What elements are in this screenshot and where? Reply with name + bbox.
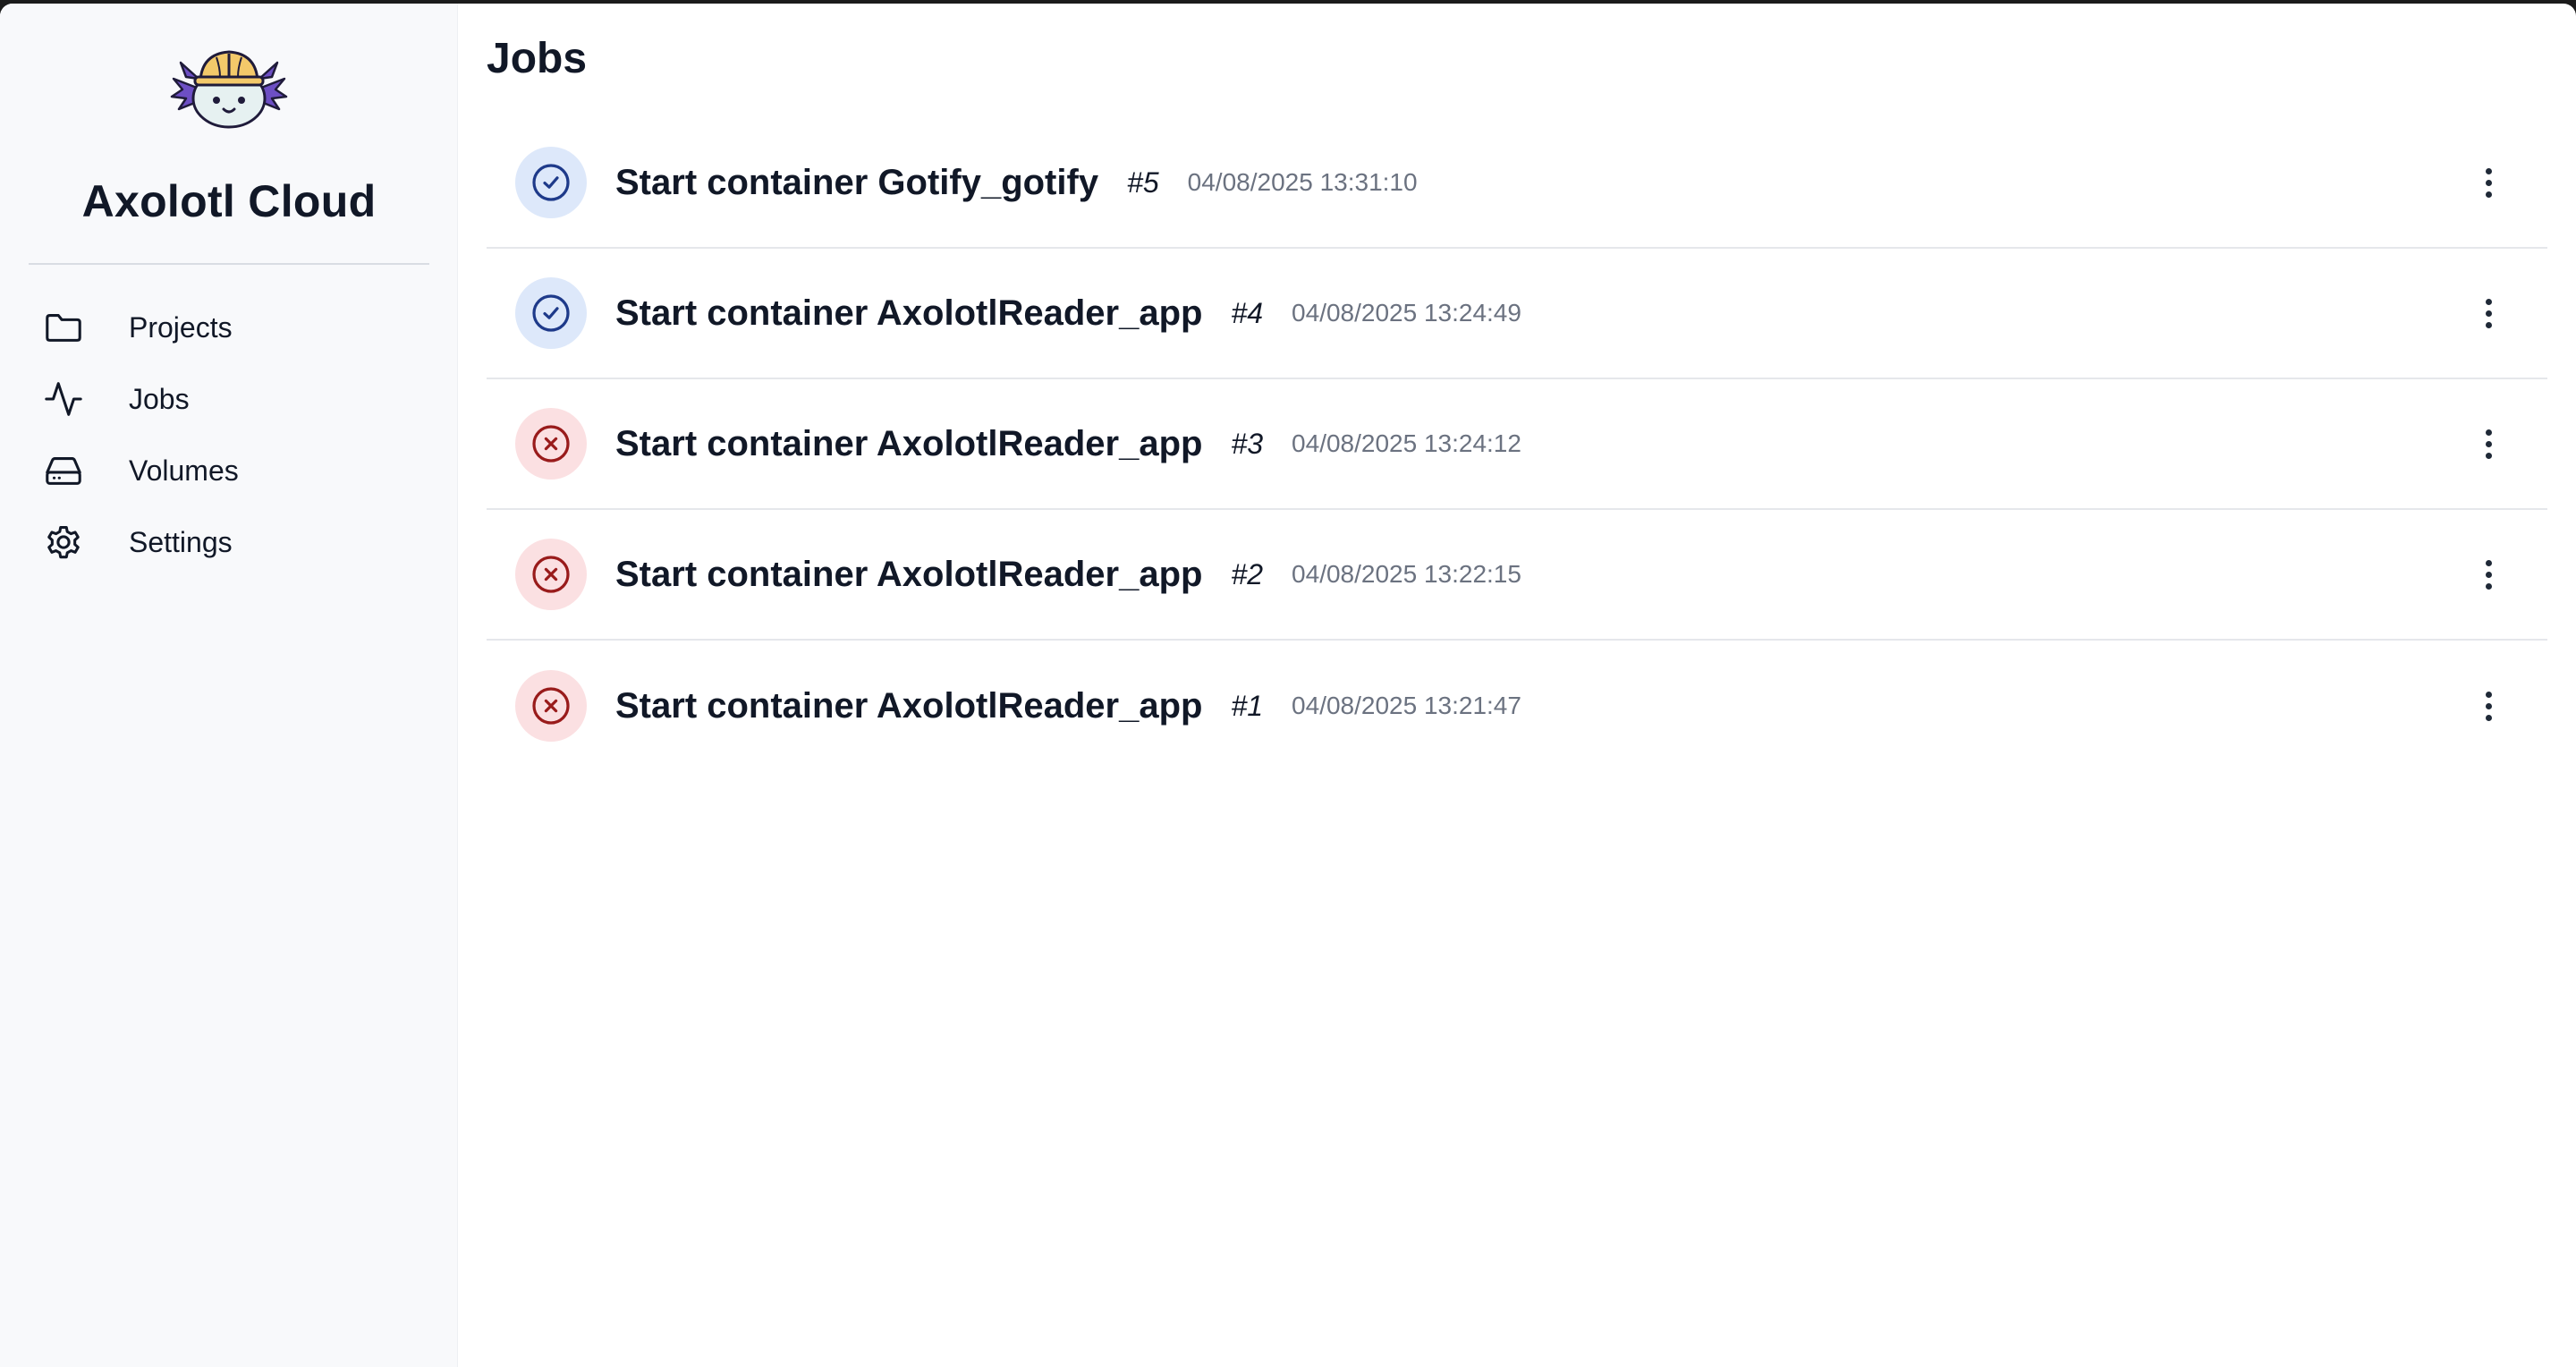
hard-drive-icon xyxy=(43,450,84,491)
sidebar-nav: Projects Jobs Volumes Settings xyxy=(0,292,458,578)
job-title: Start container Gotify_gotify xyxy=(615,162,1099,202)
job-title: Start container AxolotlReader_app xyxy=(615,685,1203,726)
more-options-icon[interactable] xyxy=(2470,549,2506,599)
job-number: #5 xyxy=(1127,166,1159,199)
app-window: Axolotl Cloud Projects Jobs Volumes Sett… xyxy=(0,4,2576,1367)
status-failed-badge xyxy=(515,408,587,480)
x-circle-icon xyxy=(532,687,570,725)
sidebar-item-settings[interactable]: Settings xyxy=(0,506,458,578)
job-timestamp: 04/08/2025 13:22:15 xyxy=(1292,560,1521,588)
sidebar-item-label: Jobs xyxy=(129,382,190,415)
folder-icon xyxy=(43,307,84,348)
more-options-icon[interactable] xyxy=(2470,288,2506,338)
sidebar-divider xyxy=(29,263,429,265)
job-timestamp: 04/08/2025 13:24:49 xyxy=(1292,299,1521,327)
job-number: #3 xyxy=(1231,427,1264,460)
job-number: #4 xyxy=(1231,296,1264,329)
sidebar-item-projects[interactable]: Projects xyxy=(0,292,458,363)
job-number: #2 xyxy=(1231,557,1264,590)
main-content: Jobs Start container Gotify_gotify #5 04… xyxy=(458,4,2576,1367)
status-failed-badge xyxy=(515,539,587,610)
status-success-badge xyxy=(515,147,587,218)
job-title: Start container AxolotlReader_app xyxy=(615,423,1203,463)
activity-icon xyxy=(43,378,84,420)
job-number: #1 xyxy=(1231,689,1264,722)
sidebar-item-label: Volumes xyxy=(129,454,239,487)
sidebar-item-label: Projects xyxy=(129,310,233,344)
job-row[interactable]: Start container AxolotlReader_app #1 04/… xyxy=(487,641,2547,771)
job-row[interactable]: Start container AxolotlReader_app #2 04/… xyxy=(487,510,2547,641)
job-title: Start container AxolotlReader_app xyxy=(615,554,1203,594)
sidebar-item-volumes[interactable]: Volumes xyxy=(0,435,458,506)
x-circle-icon xyxy=(532,425,570,463)
x-circle-icon xyxy=(532,556,570,593)
job-title: Start container AxolotlReader_app xyxy=(615,293,1203,333)
sidebar-item-jobs[interactable]: Jobs xyxy=(0,363,458,435)
more-options-icon[interactable] xyxy=(2470,157,2506,208)
page-title: Jobs xyxy=(487,35,588,82)
job-timestamp: 04/08/2025 13:24:12 xyxy=(1292,429,1521,457)
sidebar: Axolotl Cloud Projects Jobs Volumes Sett… xyxy=(0,4,458,1367)
gear-icon xyxy=(43,522,84,563)
status-success-badge xyxy=(515,277,587,349)
more-options-icon[interactable] xyxy=(2470,681,2506,731)
job-row[interactable]: Start container AxolotlReader_app #4 04/… xyxy=(487,249,2547,379)
job-list: Start container Gotify_gotify #5 04/08/2… xyxy=(487,118,2547,771)
job-timestamp: 04/08/2025 13:31:10 xyxy=(1187,168,1418,196)
brand-title: Axolotl Cloud xyxy=(81,176,377,226)
check-circle-icon xyxy=(532,164,570,201)
sidebar-item-label: Settings xyxy=(129,525,233,558)
job-timestamp: 04/08/2025 13:21:47 xyxy=(1292,692,1521,719)
more-options-icon[interactable] xyxy=(2470,419,2506,469)
status-failed-badge xyxy=(515,670,587,742)
check-circle-icon xyxy=(532,294,570,332)
axolotl-logo-icon xyxy=(170,43,288,132)
job-row[interactable]: Start container AxolotlReader_app #3 04/… xyxy=(487,379,2547,510)
job-row[interactable]: Start container Gotify_gotify #5 04/08/2… xyxy=(487,118,2547,249)
